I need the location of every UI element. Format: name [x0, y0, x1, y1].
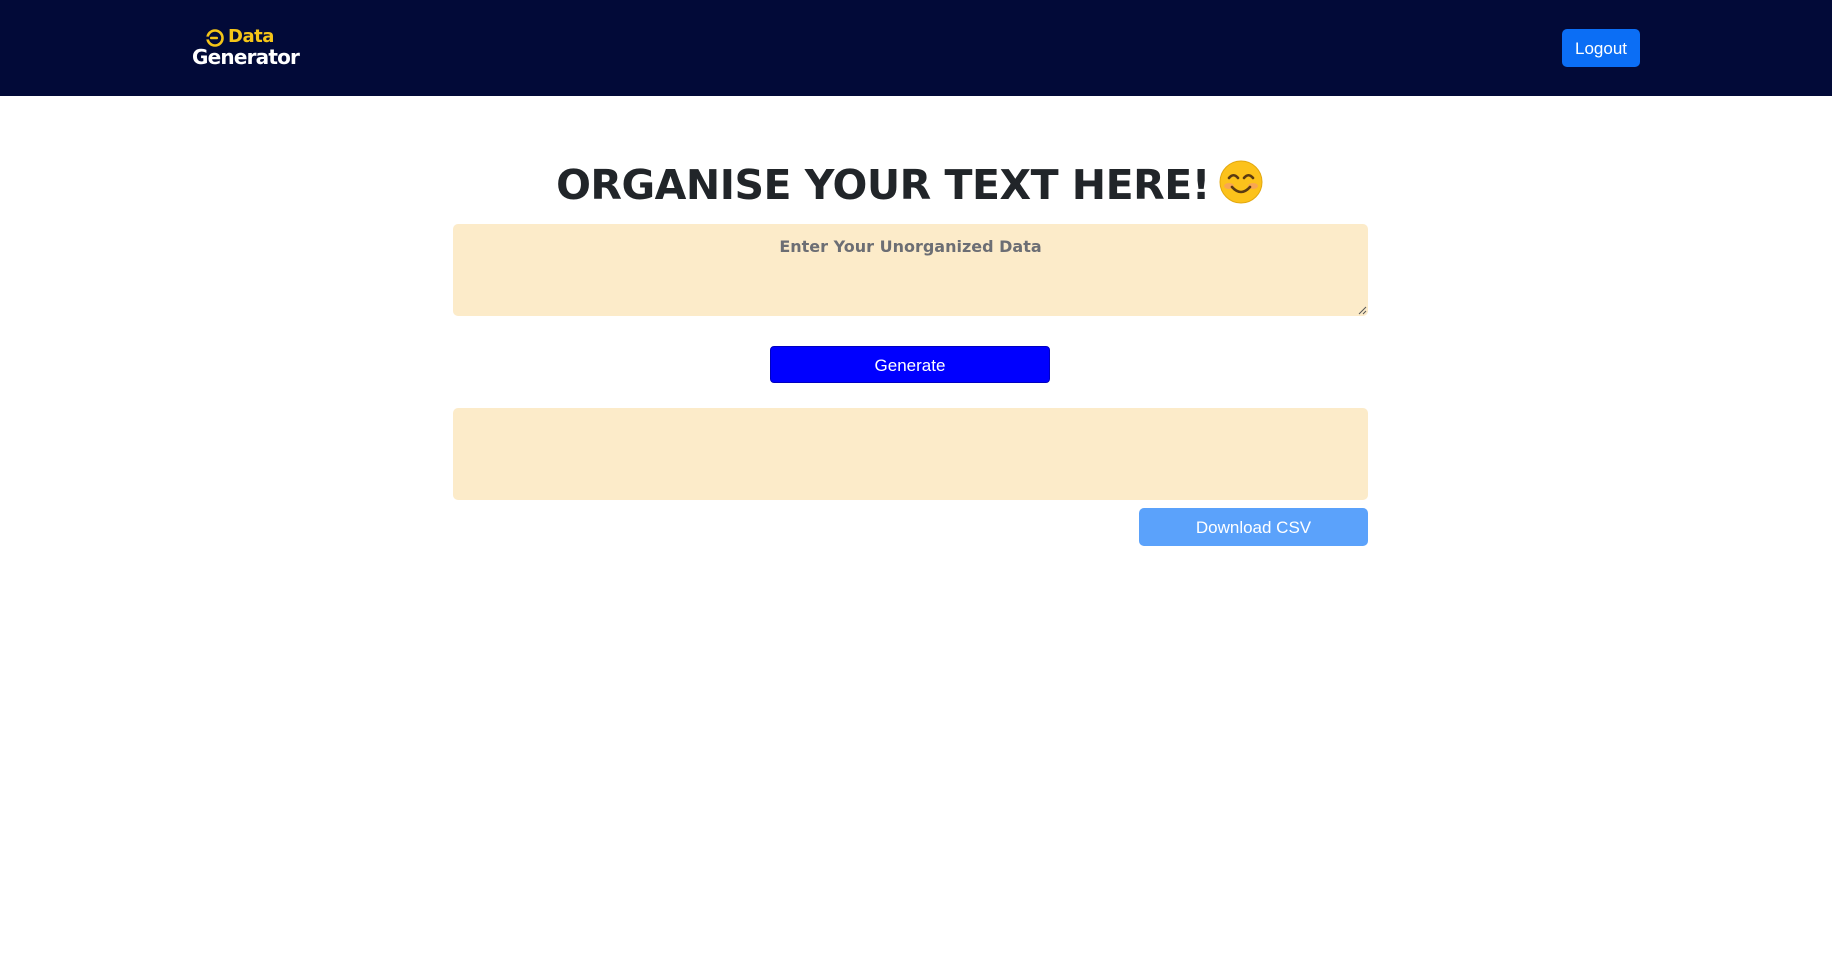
- resize-handle-icon[interactable]: [1357, 305, 1367, 315]
- page-title: ORGANISE YOUR TEXT HERE!: [0, 157, 1820, 213]
- unorganized-data-input[interactable]: Enter Your Unorganized Data: [453, 224, 1368, 316]
- input-placeholder: Enter Your Unorganized Data: [779, 237, 1042, 256]
- download-csv-button[interactable]: Download CSV: [1139, 508, 1368, 546]
- logo[interactable]: Data Generator: [192, 26, 302, 70]
- logout-button[interactable]: Logout: [1562, 29, 1640, 67]
- generate-button[interactable]: Generate: [770, 346, 1050, 383]
- organized-data-output[interactable]: [453, 408, 1368, 500]
- page-title-text: ORGANISE YOUR TEXT HERE!: [556, 161, 1210, 209]
- top-navbar: Data Generator Logout: [0, 0, 1832, 96]
- logo-text-generator: Generator: [192, 45, 300, 69]
- smiling-face-icon: [1219, 160, 1263, 204]
